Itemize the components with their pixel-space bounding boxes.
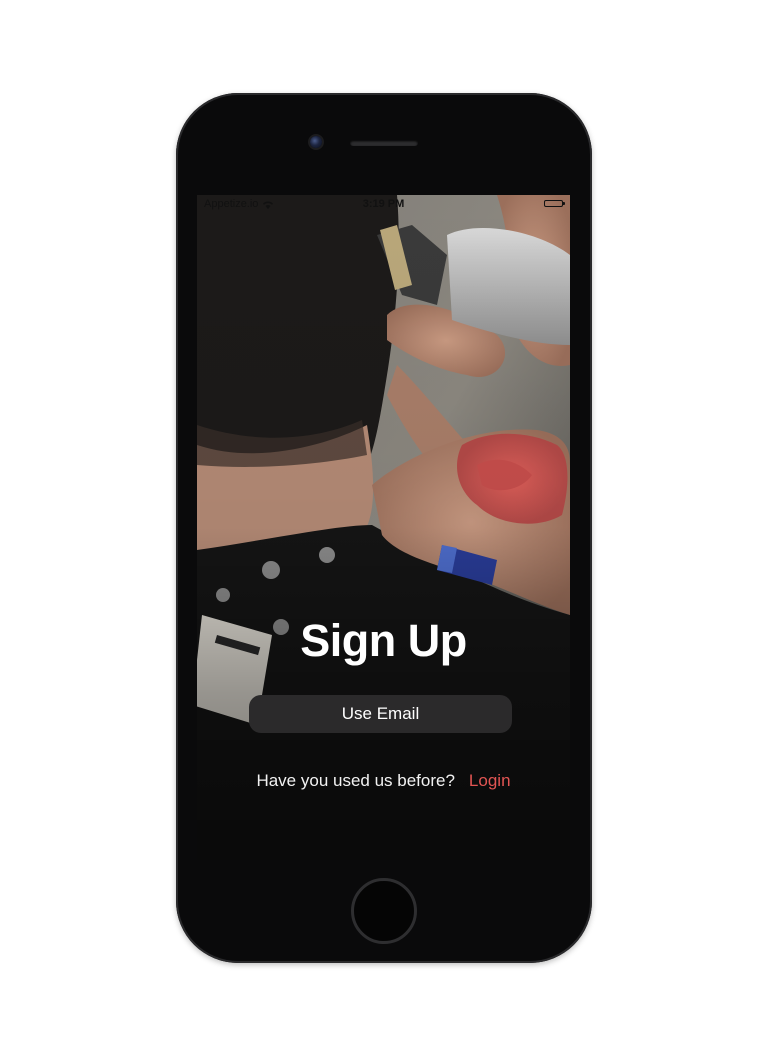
camera-icon xyxy=(310,136,322,148)
login-prompt-row: Have you used us before? Login xyxy=(197,771,570,791)
battery-icon xyxy=(544,200,565,207)
home-button-icon[interactable] xyxy=(351,878,417,944)
speaker-icon xyxy=(350,140,418,146)
phone-frame: Appetize.io 3:19 PM Sign Up Use Email Ha… xyxy=(176,93,592,963)
app-screen: Appetize.io 3:19 PM Sign Up Use Email Ha… xyxy=(197,195,570,860)
signup-title: Sign Up xyxy=(300,615,467,666)
use-email-button[interactable]: Use Email xyxy=(249,695,512,733)
photo-overlay xyxy=(197,195,570,860)
login-prompt-text: Have you used us before? xyxy=(256,771,455,790)
status-bar: Appetize.io 3:19 PM xyxy=(197,195,570,213)
status-time: 3:19 PM xyxy=(362,198,405,210)
login-link[interactable]: Login xyxy=(469,771,511,790)
